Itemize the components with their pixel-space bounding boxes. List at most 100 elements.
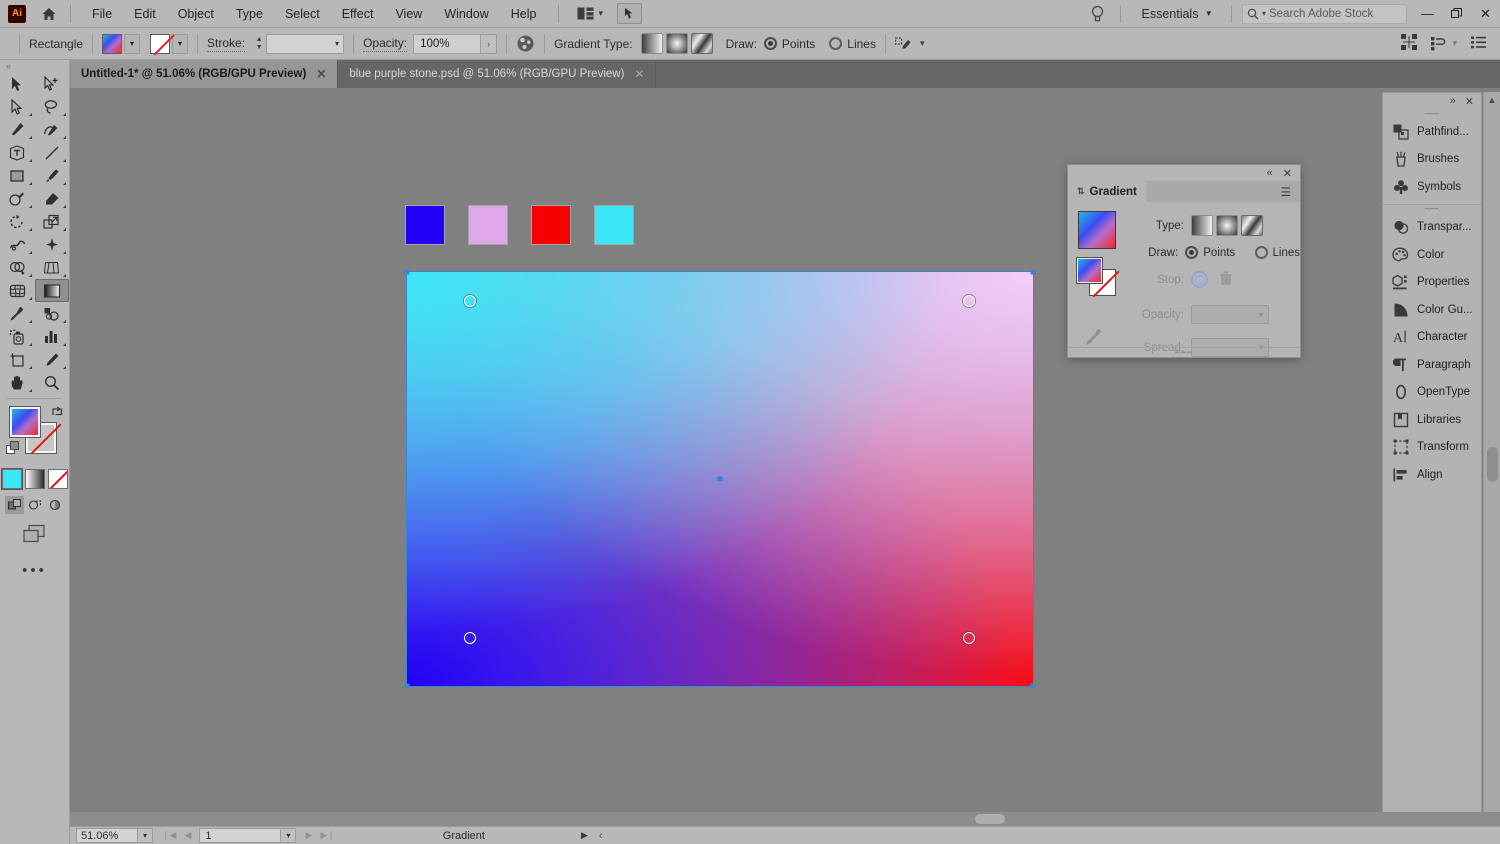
artboard-number-field[interactable]: 1 bbox=[199, 828, 282, 843]
dock-scroll-thumb[interactable] bbox=[1487, 447, 1498, 482]
search-input[interactable] bbox=[1269, 7, 1398, 20]
opacity-label[interactable]: Opacity: bbox=[363, 36, 408, 52]
default-fill-stroke-icon[interactable] bbox=[6, 441, 20, 458]
gradient-fill-swatch[interactable] bbox=[1076, 257, 1103, 284]
dock-item-transform[interactable]: Transform bbox=[1383, 434, 1481, 462]
stroke-swatch[interactable] bbox=[150, 33, 171, 54]
last-artboard-icon[interactable]: ▶❘ bbox=[320, 830, 334, 841]
collapse-icon[interactable]: « bbox=[1267, 167, 1273, 179]
dock-item-properties[interactable]: Properties bbox=[1383, 269, 1481, 297]
draw-lines-radio[interactable]: Lines bbox=[829, 37, 876, 51]
tab-close-icon[interactable]: ✕ bbox=[316, 67, 326, 81]
gradient-center-handle[interactable] bbox=[717, 476, 723, 482]
tab-blue-purple-stone[interactable]: blue purple stone.psd @ 51.06% (RGB/GPU … bbox=[338, 60, 657, 88]
mesh-point-top-left[interactable] bbox=[463, 294, 476, 307]
freeform-gradient-rectangle[interactable] bbox=[404, 269, 1036, 689]
next-artboard-icon[interactable]: ▶ bbox=[305, 830, 312, 841]
delete-stop-icon[interactable] bbox=[1219, 271, 1233, 289]
discover-lightbulb-icon[interactable] bbox=[1084, 1, 1110, 27]
dock-item-pathfinder[interactable]: Pathfind... bbox=[1383, 118, 1481, 146]
curvature-tool[interactable] bbox=[35, 118, 70, 141]
minimize-button[interactable]: — bbox=[1413, 0, 1442, 28]
dock-item-symbols[interactable]: Symbols bbox=[1383, 173, 1481, 201]
color-mode-gradient-button[interactable] bbox=[24, 469, 45, 489]
rotate-tool[interactable] bbox=[0, 210, 35, 233]
direct-selection-tool[interactable] bbox=[0, 95, 35, 118]
dock-item-align[interactable]: Align bbox=[1383, 461, 1481, 489]
dock-item-color-guide[interactable]: Color Gu... bbox=[1383, 296, 1481, 324]
mesh-point-bottom-left[interactable] bbox=[463, 632, 476, 645]
edit-toolbar-button[interactable]: ••• bbox=[0, 562, 69, 579]
color-mode-none-button[interactable] bbox=[47, 469, 68, 489]
edit-gradient-icon[interactable] bbox=[894, 36, 912, 52]
gradient-preview-swatch[interactable] bbox=[1078, 211, 1116, 249]
scale-tool[interactable] bbox=[35, 210, 70, 233]
selection-handle-bottom-left[interactable] bbox=[404, 683, 410, 689]
dock-item-libraries[interactable]: Libraries bbox=[1383, 406, 1481, 434]
stroke-weight-stepper[interactable]: ▲ ▼ bbox=[252, 34, 266, 54]
draw-inside-button[interactable] bbox=[45, 496, 64, 514]
selection-handle-top-right[interactable] bbox=[1030, 269, 1036, 275]
mesh-point-top-right[interactable] bbox=[963, 294, 976, 307]
gradient-tool[interactable] bbox=[34, 279, 69, 302]
edit-gradient-chevron-down-icon[interactable]: ▾ bbox=[920, 38, 925, 49]
panel-gradient-type-freeform-button[interactable] bbox=[1241, 215, 1263, 236]
symbol-sprayer-tool[interactable] bbox=[0, 325, 35, 348]
mesh-tool[interactable] bbox=[0, 279, 35, 302]
free-transform-tool[interactable] bbox=[35, 233, 70, 256]
status-expand-icon[interactable]: ▶ bbox=[581, 830, 588, 841]
change-screen-mode-button[interactable] bbox=[0, 524, 69, 544]
opacity-field[interactable]: 100% bbox=[413, 33, 482, 54]
paintbrush-tool[interactable] bbox=[35, 164, 70, 187]
gradient-type-radial-button[interactable] bbox=[665, 33, 688, 54]
stop-color-icon[interactable] bbox=[1191, 271, 1208, 288]
gradient-panel-titlebar[interactable]: « ✕ bbox=[1068, 165, 1300, 181]
artboard-tool[interactable] bbox=[0, 348, 35, 371]
gradient-type-linear-button[interactable] bbox=[640, 33, 663, 54]
stroke-label[interactable]: Stroke: bbox=[207, 36, 246, 52]
menu-effect[interactable]: Effect bbox=[331, 3, 385, 25]
fill-swatch[interactable] bbox=[102, 33, 123, 54]
lasso-tool[interactable] bbox=[35, 95, 70, 118]
opacity-mask-icon[interactable] bbox=[516, 34, 535, 53]
width-tool[interactable] bbox=[0, 233, 35, 256]
arrange-documents-button[interactable]: ▾ bbox=[571, 5, 610, 22]
lavender-swatch[interactable] bbox=[468, 205, 508, 245]
first-artboard-icon[interactable]: ❘◀ bbox=[162, 830, 176, 841]
close-button[interactable]: ✕ bbox=[1471, 0, 1500, 28]
color-mode-color-button[interactable] bbox=[1, 469, 22, 489]
draw-normal-button[interactable] bbox=[5, 496, 24, 514]
canvas-horizontal-scrollbar[interactable] bbox=[70, 812, 1500, 826]
dock-item-brushes[interactable]: Brushes bbox=[1383, 146, 1481, 174]
gradient-panel-resize-grip[interactable]: ━━━ bbox=[1068, 347, 1300, 357]
menu-view[interactable]: View bbox=[384, 3, 433, 25]
line-segment-tool[interactable] bbox=[35, 141, 70, 164]
menu-select[interactable]: Select bbox=[274, 3, 331, 25]
selection-handle-bottom-right[interactable] bbox=[1030, 683, 1036, 689]
column-graph-tool[interactable] bbox=[35, 325, 70, 348]
dock-item-character[interactable]: A Character bbox=[1383, 324, 1481, 352]
dock-item-opentype[interactable]: OpenType bbox=[1383, 379, 1481, 407]
fill-color-gradient[interactable] bbox=[9, 406, 41, 438]
red-swatch[interactable] bbox=[531, 205, 571, 245]
dock-group-a-grip[interactable]: ━━━ bbox=[1383, 109, 1481, 118]
close-icon[interactable]: ✕ bbox=[1283, 167, 1292, 180]
zoom-dropdown-chevron-down-icon[interactable]: ▾ bbox=[138, 828, 153, 843]
opacity-expand-button[interactable]: › bbox=[481, 33, 498, 54]
selection-tool[interactable] bbox=[0, 72, 35, 95]
panel-draw-points-radio[interactable]: Points bbox=[1185, 246, 1235, 259]
align-icon[interactable] bbox=[1401, 34, 1418, 53]
mesh-point-bottom-right[interactable] bbox=[963, 632, 976, 645]
maximize-button[interactable] bbox=[1442, 0, 1471, 28]
gradient-opacity-field[interactable]: ▾ bbox=[1191, 305, 1269, 324]
eyedropper-tool[interactable] bbox=[0, 302, 35, 325]
draw-points-radio[interactable]: Points bbox=[763, 37, 815, 51]
cyan-swatch[interactable] bbox=[594, 205, 634, 245]
panel-draw-lines-radio[interactable]: Lines bbox=[1254, 246, 1300, 259]
menu-file[interactable]: File bbox=[81, 3, 123, 25]
menu-type[interactable]: Type bbox=[225, 3, 274, 25]
rectangle-tool[interactable] bbox=[0, 164, 35, 187]
canvas-hscroll-thumb[interactable] bbox=[975, 814, 1005, 824]
gradient-type-freeform-button[interactable] bbox=[690, 33, 713, 54]
menu-edit[interactable]: Edit bbox=[123, 3, 167, 25]
